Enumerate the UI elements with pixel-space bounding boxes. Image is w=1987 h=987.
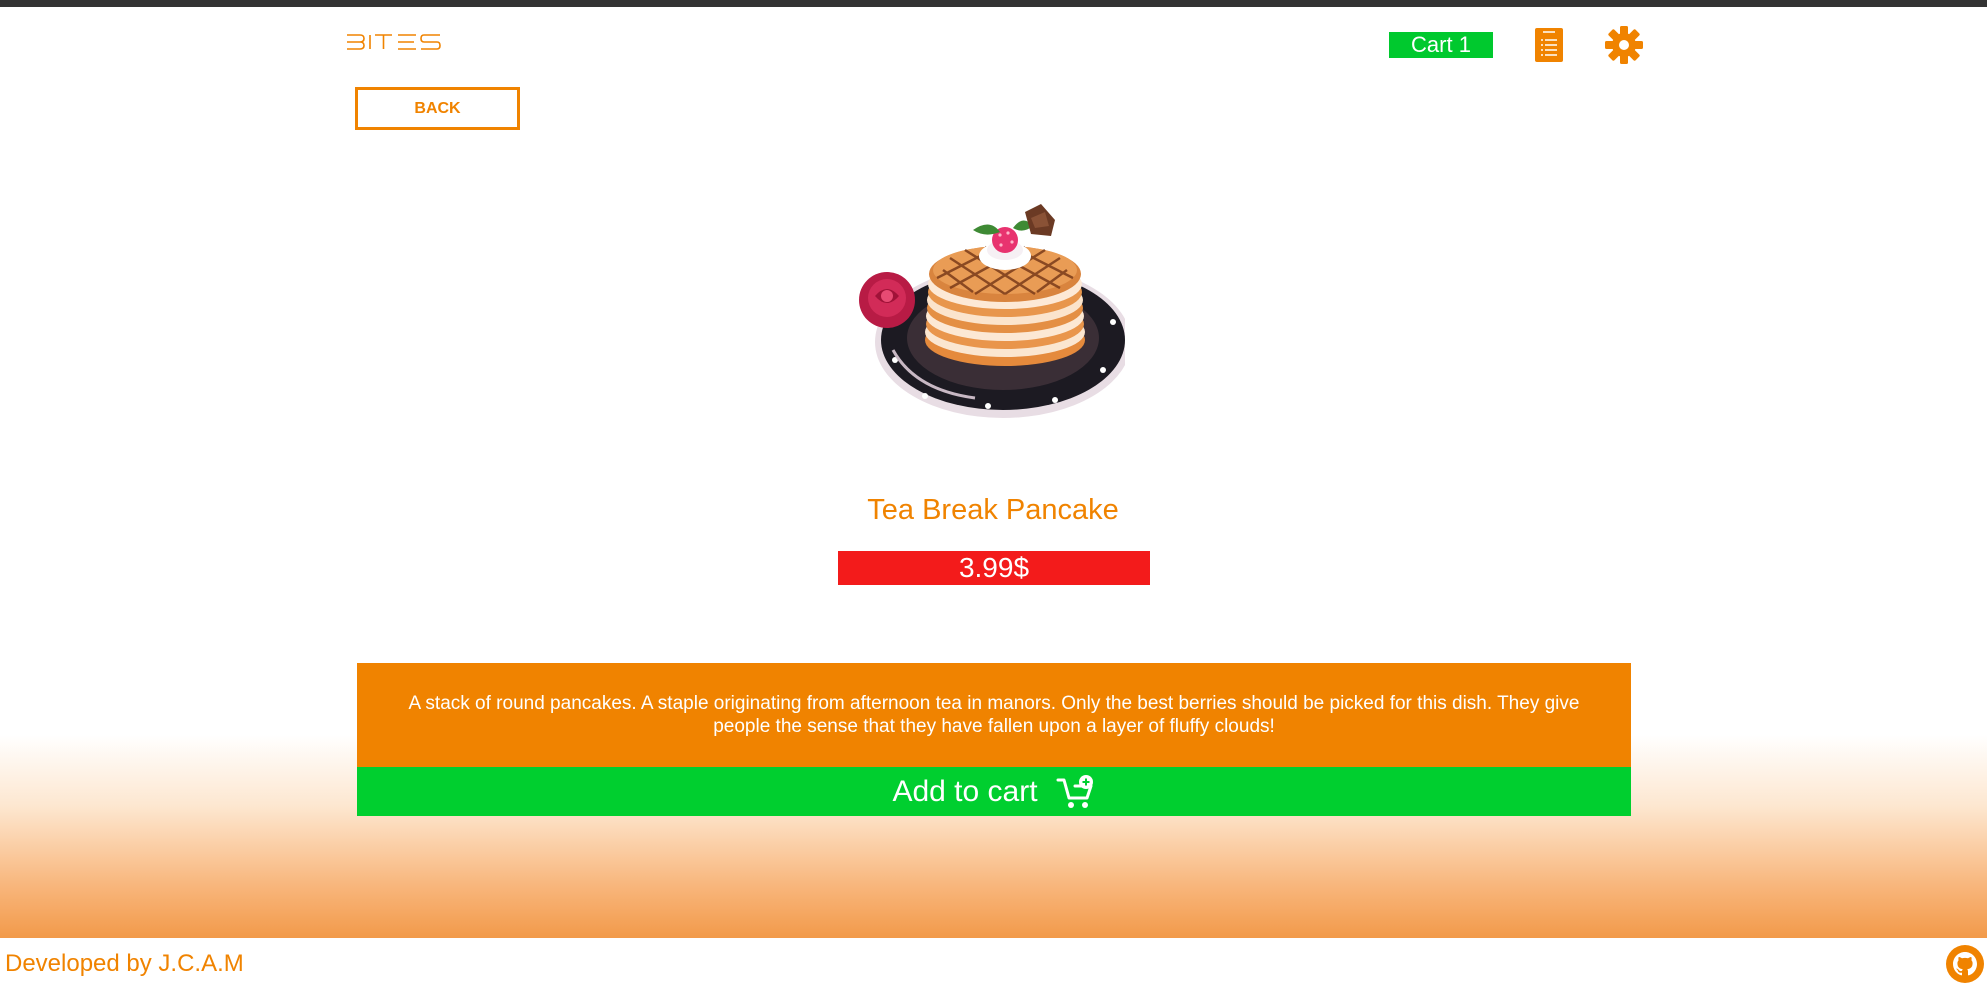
product-description: A stack of round pancakes. A staple orig… <box>357 663 1631 767</box>
back-button[interactable]: BACK <box>355 87 520 130</box>
add-to-cart-label: Add to cart <box>892 774 1038 808</box>
product-description-text: A stack of round pancakes. A staple orig… <box>408 693 1580 737</box>
add-to-cart-button[interactable]: Add to cart <box>357 767 1631 816</box>
footer: Developed by J.C.A.M <box>0 938 1987 987</box>
product-name: Tea Break Pancake <box>867 494 1119 526</box>
developer-credit: Developed by J.C.A.M <box>5 950 244 977</box>
github-icon[interactable] <box>1946 945 1984 983</box>
price-badge: 3.99$ <box>838 551 1150 585</box>
cart-plus-icon <box>1056 774 1093 808</box>
top-bar <box>0 0 1987 7</box>
bites-logo[interactable] <box>346 33 442 51</box>
gear-icon[interactable] <box>1605 26 1643 64</box>
cart-button[interactable]: Cart 1 <box>1389 32 1493 58</box>
list-document-icon[interactable] <box>1535 28 1563 62</box>
pancake-stack-image <box>859 204 1125 418</box>
